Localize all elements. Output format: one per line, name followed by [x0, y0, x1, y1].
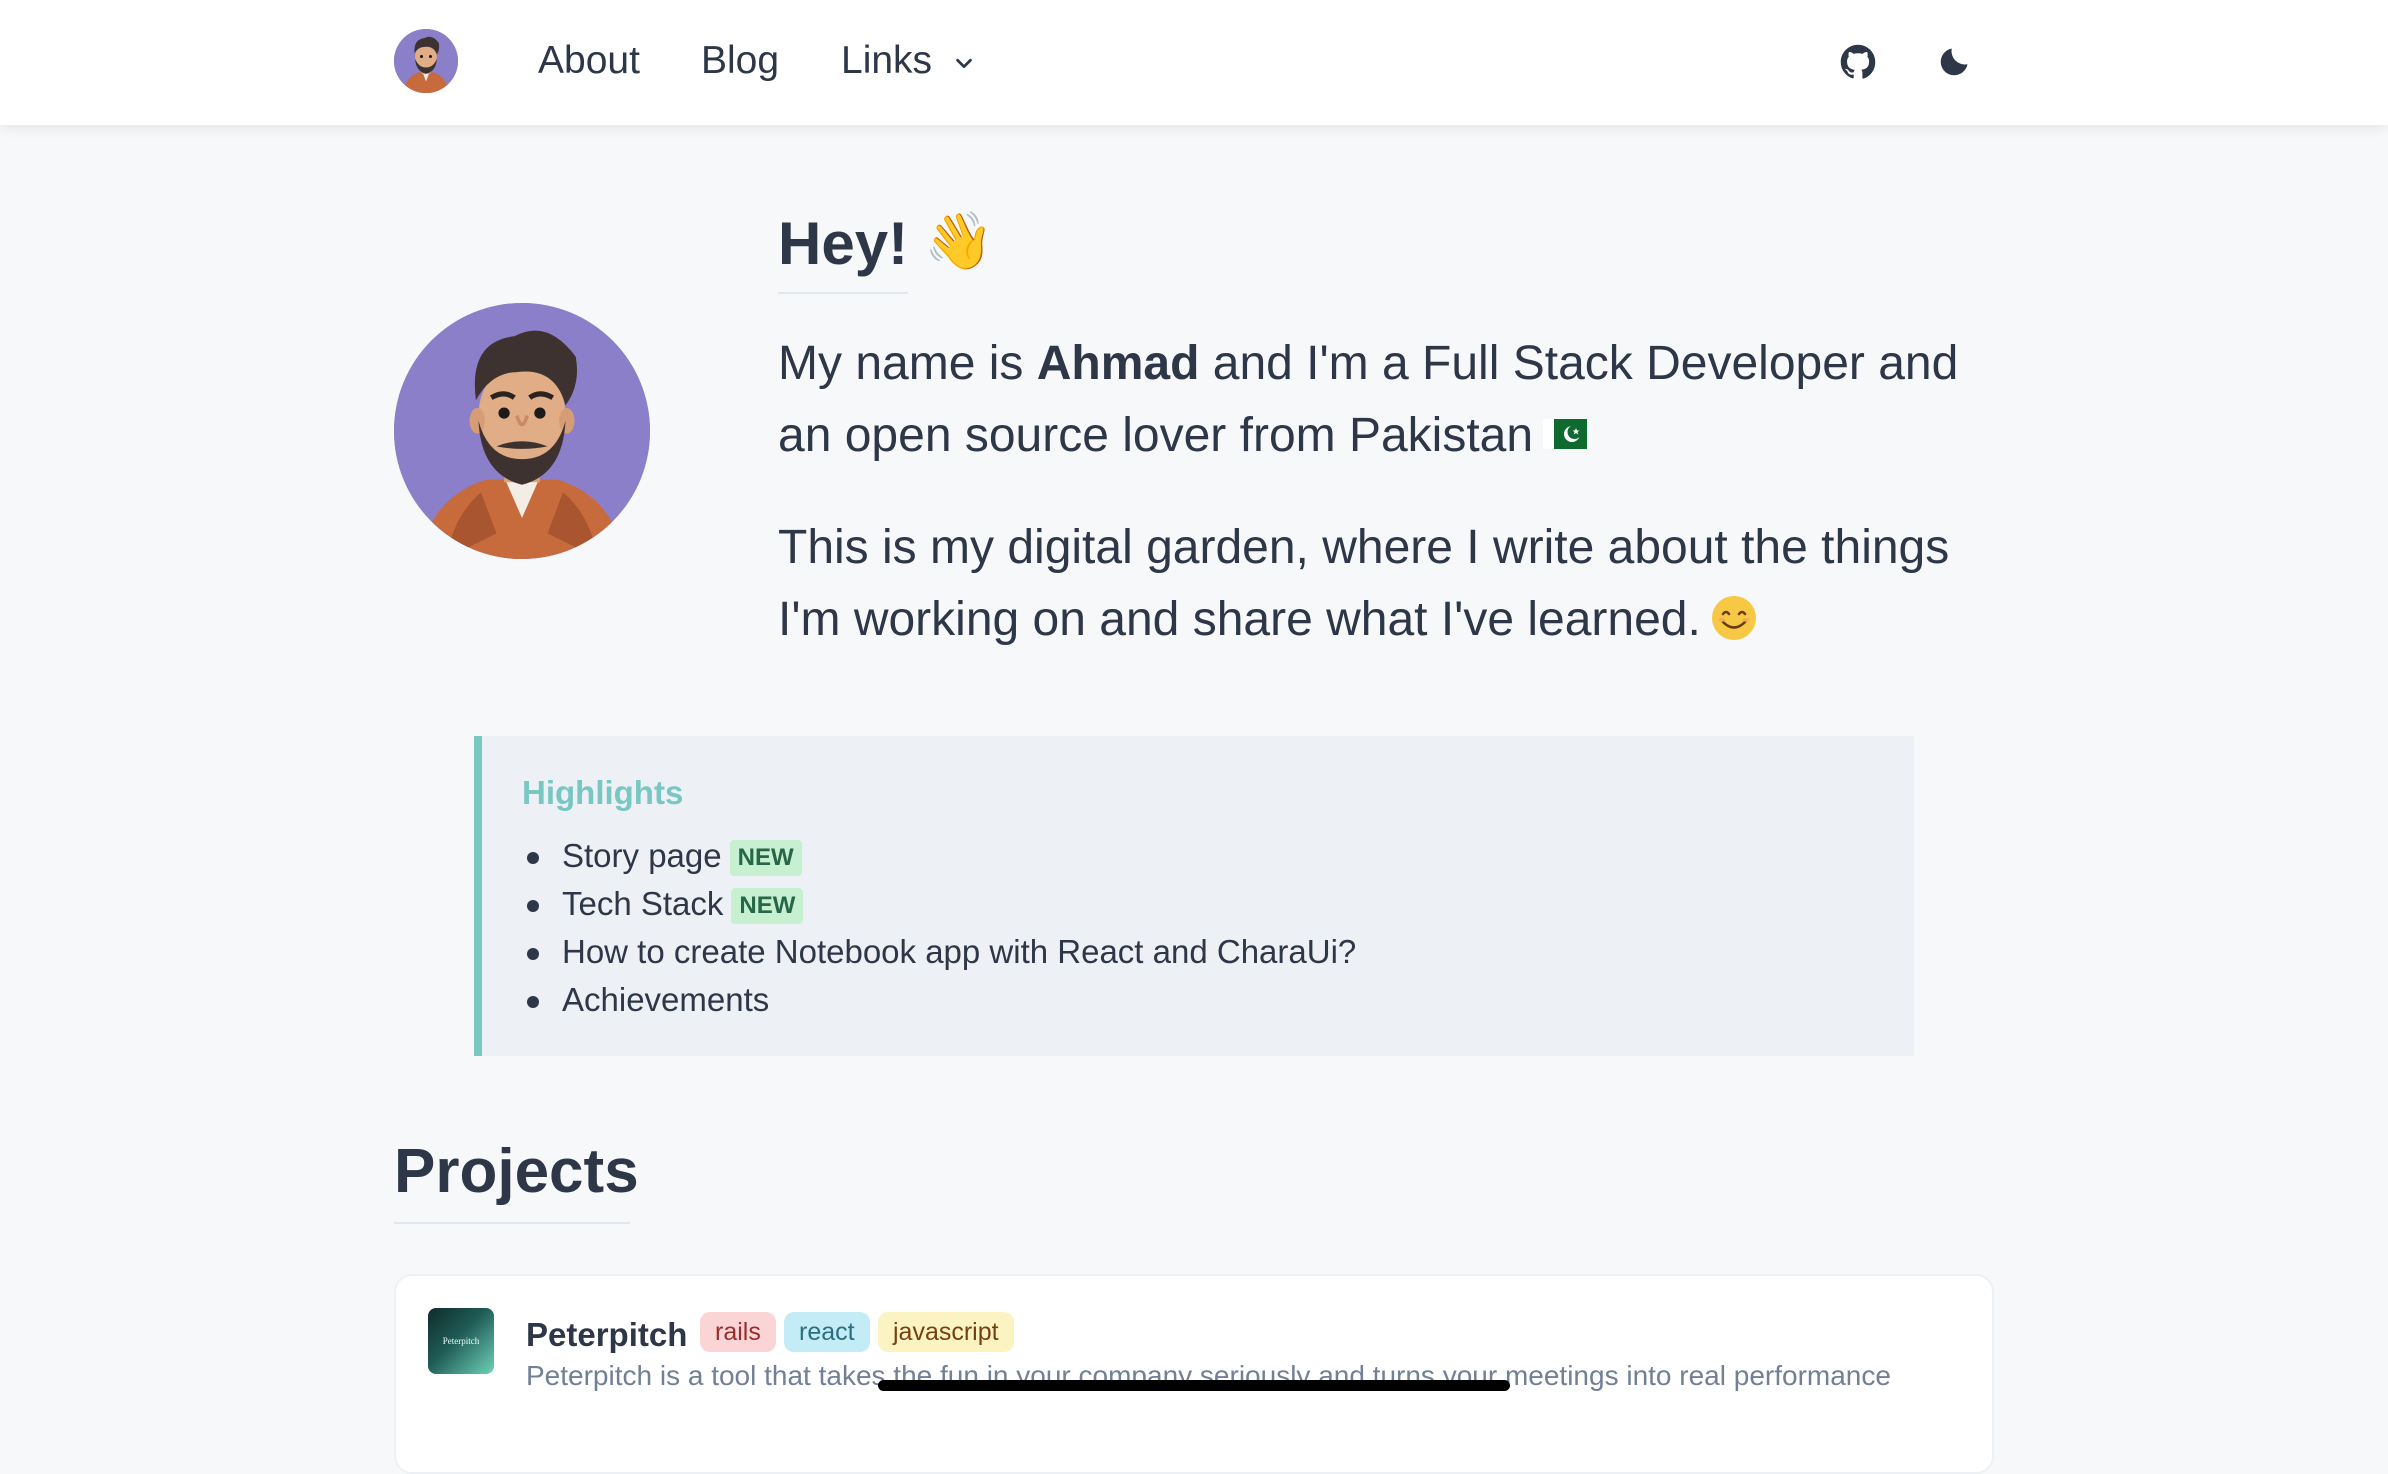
highlight-label: Story page	[562, 837, 722, 874]
tag-react: react	[784, 1312, 870, 1352]
smile-emoji-icon	[1711, 596, 1756, 641]
garden-text: This is my digital garden, where I write…	[778, 521, 1950, 646]
hero-avatar	[394, 303, 650, 559]
nav-about-link[interactable]: About	[538, 36, 640, 86]
hero-title-underline	[778, 292, 908, 294]
highlight-label: Achievements	[562, 981, 770, 1018]
highlights-box: Highlights Story page NEW Tech Stack NEW H…	[474, 736, 1914, 1056]
highlight-item-story-page[interactable]: Story page NEW	[522, 832, 1356, 880]
highlight-label: How to create Notebook app with React an…	[562, 933, 1357, 970]
github-icon	[1840, 44, 1876, 79]
tag-rails: rails	[700, 1312, 776, 1352]
tag-javascript: javascript	[878, 1312, 1014, 1352]
wave-emoji: 👋	[924, 209, 994, 272]
highlights-title: Highlights	[522, 774, 684, 811]
project-card-peterpitch[interactable]: Peterpitch Peterpitch rails react javasc…	[394, 1274, 1994, 1474]
nav-blog-link[interactable]: Blog	[701, 36, 779, 86]
new-badge: NEW	[729, 840, 802, 876]
hero-garden-paragraph: This is my digital garden, where I write…	[778, 512, 2018, 656]
intro-prefix: My name is	[778, 337, 1037, 390]
projects-heading: Projects	[394, 1137, 639, 1206]
nav-links-dropdown[interactable]: Links	[841, 36, 932, 86]
hero-intro-paragraph: My name is Ahmad and I'm a Full Stack De…	[778, 328, 2018, 472]
intro-name: Ahmad	[1036, 337, 1200, 390]
avatar-illustration	[394, 29, 458, 93]
highlights-list: Story page NEW Tech Stack NEW How to creat…	[522, 832, 1356, 1024]
highlight-label: Tech Stack	[562, 885, 724, 922]
new-badge: NEW	[731, 888, 804, 924]
hero-title: Hey!	[778, 210, 909, 277]
highlight-item-tech-stack[interactable]: Tech Stack NEW	[522, 880, 1356, 928]
top-navbar: About Blog Links	[0, 0, 2388, 125]
theme-toggle-button[interactable]	[1930, 38, 1978, 86]
highlight-item-achievements[interactable]: Achievements	[522, 976, 1356, 1024]
project-logo: Peterpitch	[428, 1308, 494, 1374]
projects-heading-underline	[394, 1222, 630, 1224]
chevron-down-icon[interactable]	[953, 52, 975, 74]
avatar-illustration	[394, 303, 650, 559]
project-name: Peterpitch	[526, 1316, 688, 1353]
nav-avatar[interactable]	[394, 29, 458, 93]
moon-icon	[1940, 48, 1968, 76]
highlight-item-notebook-app[interactable]: How to create Notebook app with React an…	[522, 928, 1356, 976]
github-link-button[interactable]	[1834, 38, 1882, 86]
home-indicator-bar	[878, 1380, 1510, 1391]
pakistan-flag-icon	[1543, 419, 1588, 450]
